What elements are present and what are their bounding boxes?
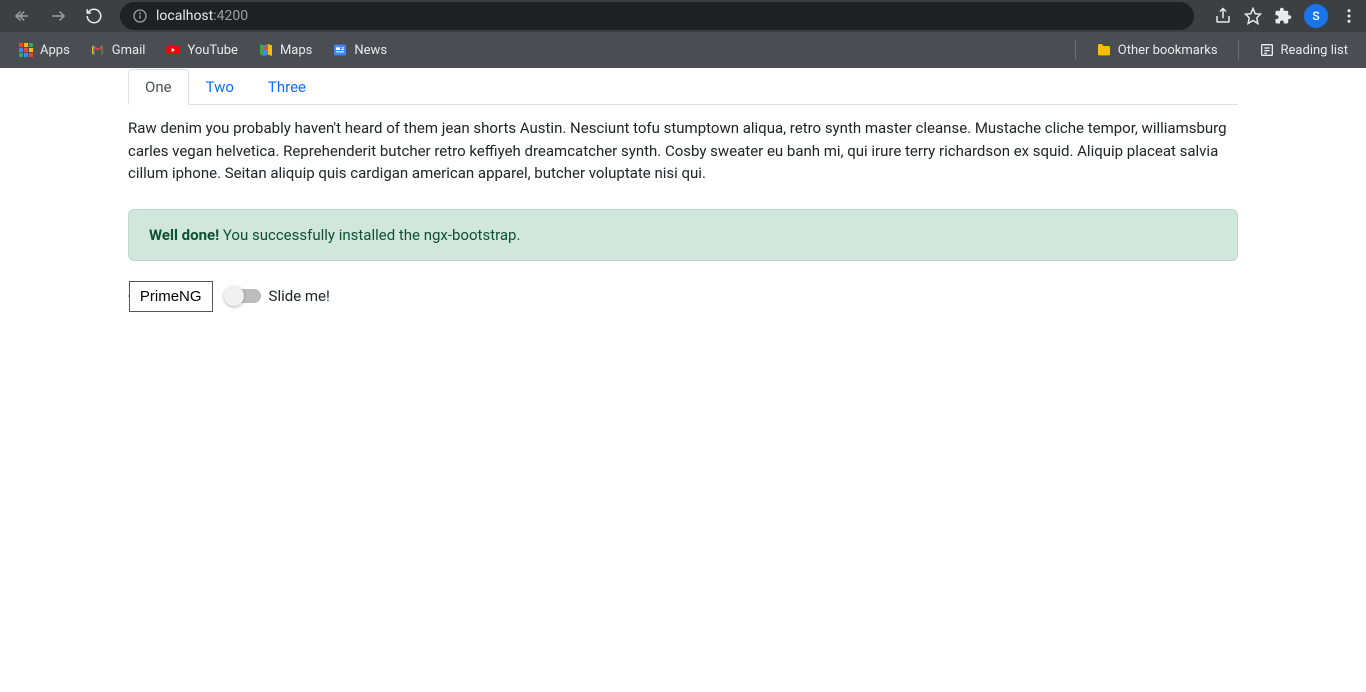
youtube-icon: [165, 42, 181, 58]
url-host: localhost:4200: [156, 8, 248, 24]
primeng-fieldset: - PrimeNG: [128, 281, 213, 312]
controls-row: - PrimeNG Slide me!: [128, 281, 1238, 312]
reading-list[interactable]: Reading list: [1251, 38, 1356, 62]
info-icon: [132, 8, 148, 24]
bookmark-label: Other bookmarks: [1118, 43, 1218, 58]
reload-icon: [85, 7, 103, 25]
news-icon: [332, 42, 348, 58]
divider: [1238, 40, 1239, 60]
tab-one[interactable]: One: [128, 69, 189, 105]
tab-three[interactable]: Three: [251, 69, 323, 105]
bookmark-gmail[interactable]: Gmail: [82, 38, 154, 62]
arrow-right-icon: [49, 7, 67, 25]
primeng-button[interactable]: PrimeNG: [129, 281, 213, 312]
gmail-icon: [90, 42, 106, 58]
bookmark-youtube[interactable]: YouTube: [157, 38, 246, 62]
folder-icon: [1096, 42, 1112, 58]
alert-strong: Well done!: [149, 226, 219, 244]
bookmark-maps[interactable]: Maps: [250, 38, 320, 62]
bookmark-news[interactable]: News: [324, 38, 395, 62]
divider: [1075, 40, 1076, 60]
back-button[interactable]: [8, 2, 36, 30]
tabs: One Two Three: [128, 68, 1238, 105]
tab-two[interactable]: Two: [189, 69, 251, 105]
toggle-label: Slide me!: [269, 287, 330, 305]
browser-toolbar: localhost:4200 S: [0, 0, 1366, 32]
star-icon[interactable]: [1244, 7, 1262, 25]
apps-grid-icon: [18, 42, 34, 58]
bookmark-label: News: [354, 43, 387, 58]
share-icon[interactable]: [1214, 7, 1232, 25]
alert-message: You successfully installed the ngx-boots…: [219, 226, 520, 244]
bookmark-apps[interactable]: Apps: [10, 38, 78, 62]
reading-list-icon: [1259, 42, 1275, 58]
chrome-right-controls: S: [1214, 4, 1358, 28]
tab-content: Raw denim you probably haven't heard of …: [128, 105, 1238, 197]
other-bookmarks[interactable]: Other bookmarks: [1088, 38, 1226, 62]
maps-icon: [258, 42, 274, 58]
alert-success: Well done! You successfully installed th…: [128, 209, 1238, 261]
url-bar[interactable]: localhost:4200: [120, 2, 1194, 30]
arrow-left-icon: [13, 7, 31, 25]
bookmark-label: Reading list: [1281, 43, 1348, 58]
bookmark-label: YouTube: [187, 43, 238, 58]
extensions-icon[interactable]: [1274, 7, 1292, 25]
menu-icon[interactable]: [1340, 7, 1358, 25]
profile-avatar[interactable]: S: [1304, 4, 1328, 28]
bookmarks-bar: Apps Gmail YouTube Maps News Other bookm…: [0, 32, 1366, 68]
bookmark-label: Maps: [280, 43, 312, 58]
toggle-thumb: [224, 286, 244, 306]
bookmark-label: Gmail: [112, 43, 146, 58]
slide-toggle[interactable]: Slide me!: [227, 287, 330, 305]
page-content: One Two Three Raw denim you probably hav…: [0, 68, 1366, 312]
toggle-track: [227, 289, 261, 303]
content-paragraph: Raw denim you probably haven't heard of …: [128, 117, 1238, 185]
forward-button[interactable]: [44, 2, 72, 30]
reload-button[interactable]: [80, 2, 108, 30]
bookmark-label: Apps: [40, 43, 70, 58]
